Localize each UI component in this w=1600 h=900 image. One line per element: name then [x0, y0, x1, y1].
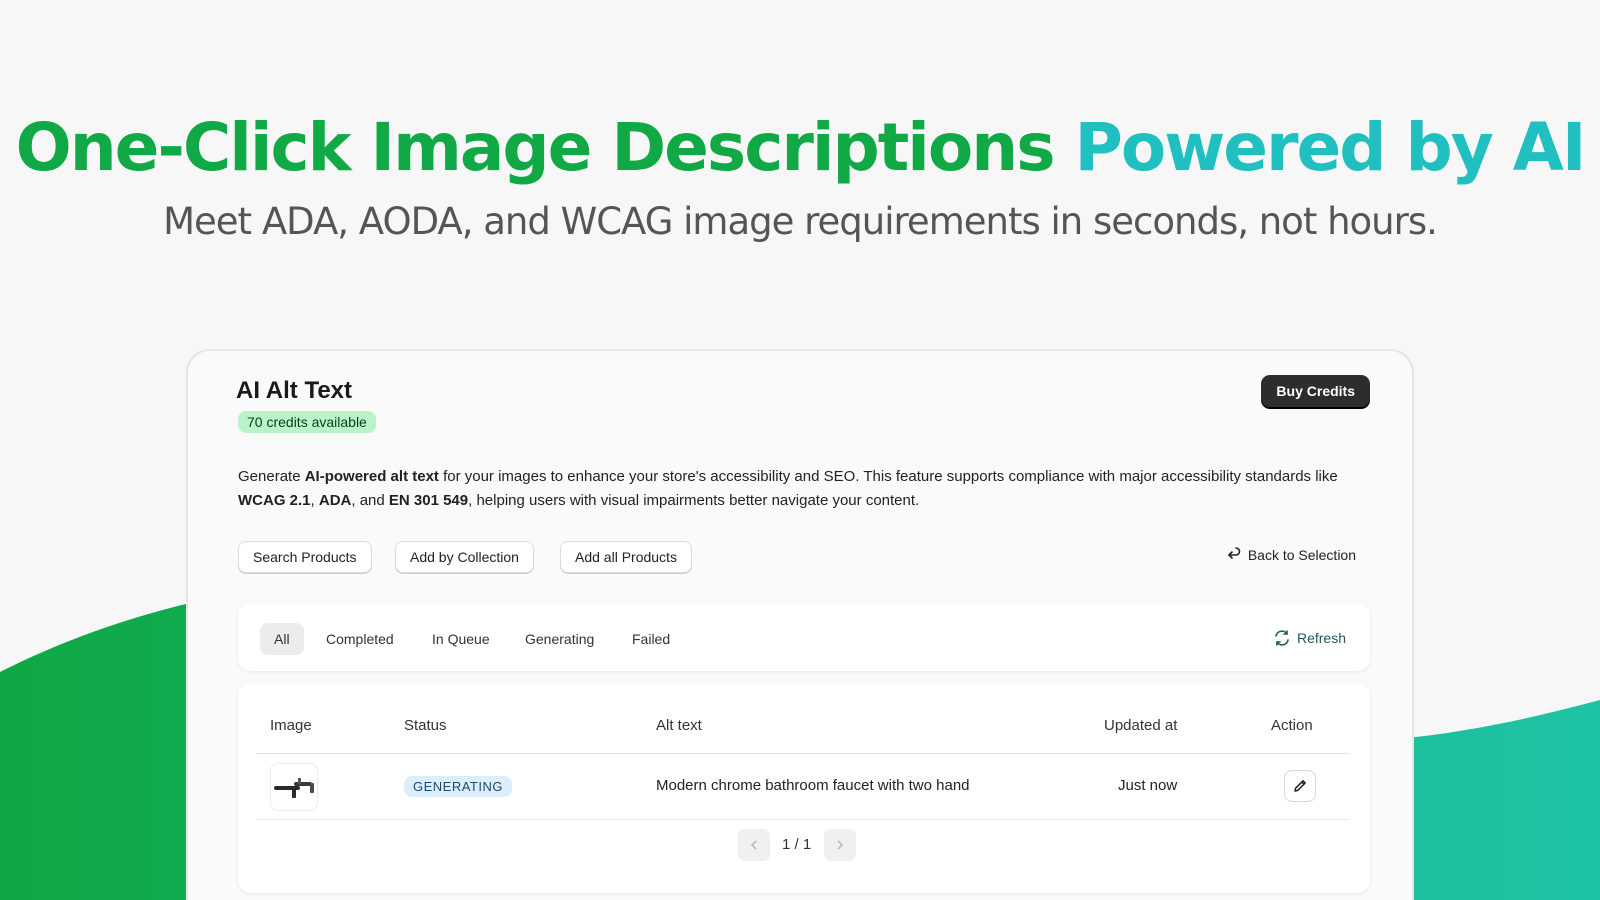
header-divider	[256, 753, 1350, 754]
tab-all[interactable]: All	[260, 623, 304, 655]
back-arrow-icon	[1228, 547, 1241, 559]
description-bold: AI-powered alt text	[304, 468, 439, 485]
product-thumbnail	[270, 763, 318, 811]
description-text: ,	[310, 492, 319, 509]
add-by-collection-button[interactable]: Add by Collection	[395, 541, 534, 573]
app-title: AI Alt Text	[236, 377, 353, 404]
column-header-action: Action	[1271, 717, 1313, 734]
results-table: Image Status Alt text Updated at Action …	[238, 683, 1370, 893]
previous-page-button[interactable]	[738, 829, 770, 861]
chevron-right-icon	[837, 840, 844, 850]
pencil-icon	[1294, 780, 1306, 792]
next-page-button[interactable]	[824, 829, 856, 861]
back-to-selection-label: Back to Selection	[1247, 547, 1356, 563]
edit-button[interactable]	[1284, 770, 1316, 802]
credits-badge: 70 credits available	[238, 411, 376, 433]
faucet-thumbnail-icon	[274, 778, 314, 798]
refresh-button[interactable]: Refresh	[1273, 629, 1346, 647]
back-to-selection-link[interactable]: Back to Selection	[1226, 547, 1356, 563]
description-text: Generate	[238, 468, 305, 485]
hero-title-primary: One-Click Image Descriptions	[15, 109, 1056, 186]
add-all-products-button[interactable]: Add all Products	[560, 541, 692, 573]
tab-generating[interactable]: Generating	[511, 623, 608, 655]
tab-failed[interactable]: Failed	[618, 623, 684, 655]
column-header-alt-text: Alt text	[656, 717, 702, 734]
description-bold: EN 301 549	[388, 492, 469, 509]
buy-credits-button[interactable]: Buy Credits	[1261, 375, 1370, 407]
column-header-updated-at: Updated at	[1104, 717, 1178, 734]
updated-at-cell: Just now	[1118, 777, 1178, 794]
refresh-label: Refresh	[1296, 630, 1346, 646]
column-header-status: Status	[404, 717, 447, 734]
description-text: , helping users with visual impairments …	[468, 492, 920, 509]
hero: One-Click Image Descriptions Powered by …	[0, 108, 1600, 243]
status-badge: GENERATING	[404, 776, 512, 797]
search-products-button[interactable]: Search Products	[238, 541, 372, 573]
tab-in-queue[interactable]: In Queue	[418, 623, 504, 655]
hero-subtitle: Meet ADA, AODA, and WCAG image requireme…	[163, 200, 1438, 243]
description-bold: WCAG 2.1	[238, 492, 311, 509]
hero-title-accent: Powered by AI	[1074, 109, 1587, 186]
tab-completed[interactable]: Completed	[312, 623, 408, 655]
description-text: , and	[351, 492, 389, 509]
status-tabs-panel: All Completed In Queue Generating Failed…	[238, 603, 1370, 671]
row-divider	[256, 819, 1350, 820]
column-header-image: Image	[270, 717, 312, 734]
feature-description: Generate AI-powered alt text for your im…	[238, 465, 1368, 513]
alt-text-cell: Modern chrome bathroom faucet with two h…	[656, 777, 970, 794]
chevron-left-icon	[750, 840, 757, 850]
refresh-icon	[1275, 630, 1289, 646]
description-bold: ADA	[318, 492, 352, 509]
hero-title: One-Click Image Descriptions Powered by …	[0, 108, 1600, 188]
page-indicator: 1 / 1	[782, 836, 812, 853]
description-text: for your images to enhance your store's …	[438, 468, 1338, 485]
app-card: AI Alt Text 70 credits available Buy Cre…	[186, 349, 1414, 900]
